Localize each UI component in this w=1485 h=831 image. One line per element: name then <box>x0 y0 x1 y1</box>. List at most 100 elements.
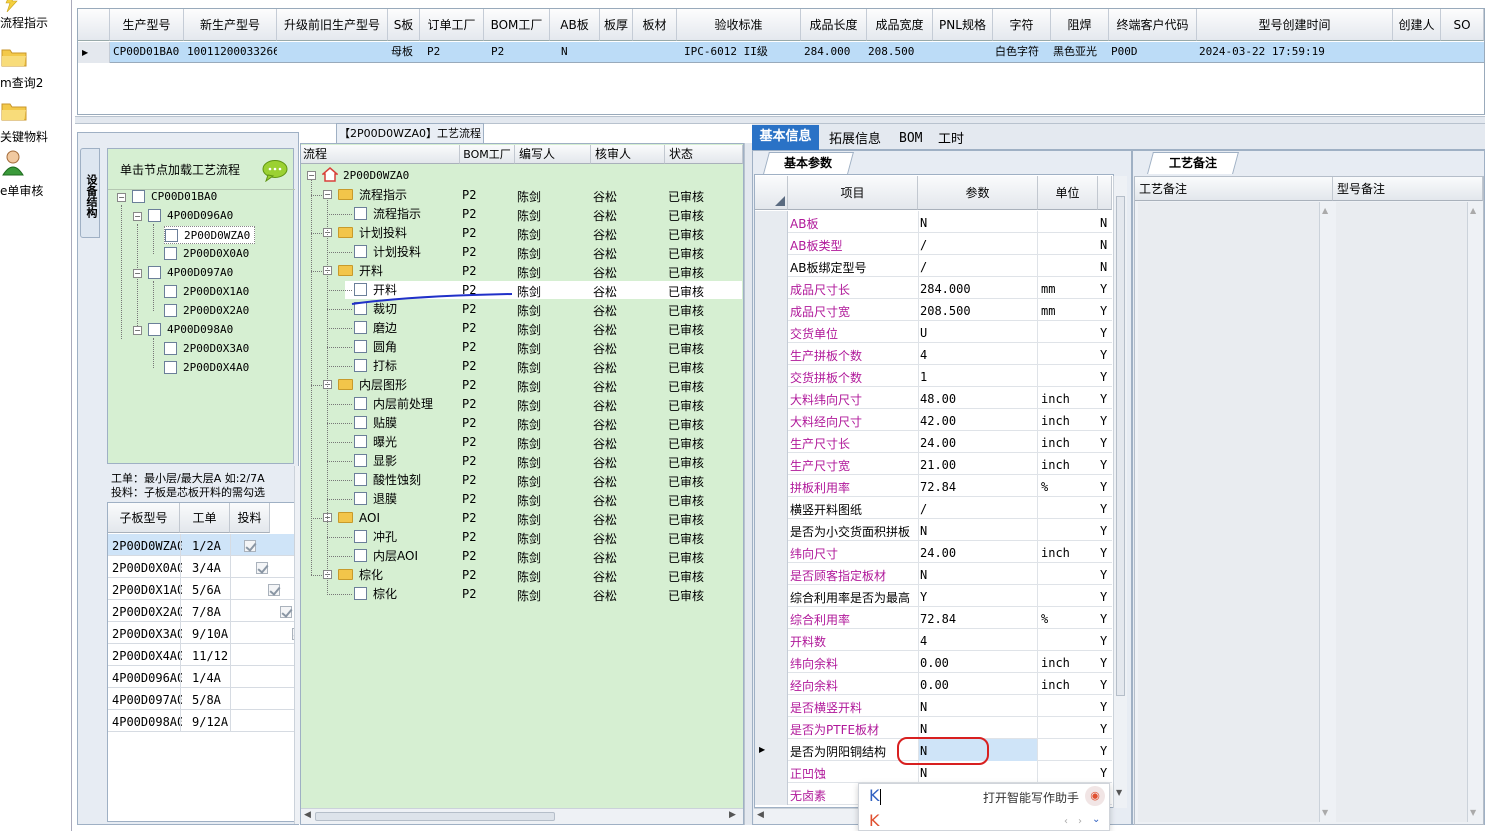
process-node[interactable]: 棕化 <box>354 585 397 603</box>
sub-model-cell[interactable]: 2P00D0WZA0 <box>112 539 182 553</box>
tab-extend-info[interactable]: 拓展信息 <box>829 128 881 147</box>
param-value[interactable]: 24.00 <box>920 436 1035 450</box>
grid-header[interactable]: 板厚 <box>600 9 633 41</box>
param-value[interactable]: 4 <box>920 348 1035 362</box>
param-value[interactable]: N <box>920 722 1035 736</box>
chevron-down-icon[interactable]: ⌄ <box>1092 814 1100 825</box>
model-notes-field[interactable] <box>1336 202 1481 822</box>
process-node[interactable]: 开料 <box>338 262 383 280</box>
sub-order-cell[interactable]: 11/12A <box>192 649 228 663</box>
col-header[interactable]: BOM工厂 <box>460 145 515 164</box>
collapse-icon[interactable]: − <box>133 326 142 335</box>
process-node[interactable]: 计划投料 <box>338 224 407 242</box>
tree-node[interactable]: 4P00D098A0 <box>148 321 233 339</box>
grid-cell[interactable]: 208.500 <box>865 42 931 62</box>
process-node[interactable]: 酸性蚀刻 <box>354 471 421 489</box>
grid-header[interactable]: 创建人 <box>1393 9 1441 41</box>
grid-header[interactable]: 板材 <box>633 9 677 41</box>
col-header[interactable]: 工艺备注 <box>1135 177 1333 201</box>
grid-header[interactable]: BOM工厂 <box>484 9 550 41</box>
arrow-left-icon[interactable]: ◀ <box>304 810 311 820</box>
process-node[interactable]: 贴膜 <box>354 414 397 432</box>
col-header[interactable]: 参数 <box>918 176 1038 210</box>
process-node[interactable]: 内层AOI <box>354 547 418 565</box>
process-node[interactable]: 曝光 <box>354 433 397 451</box>
grid-cell[interactable]: 10011200033266 <box>184 42 277 62</box>
param-value[interactable]: 0.00 <box>920 656 1035 670</box>
param-value[interactable]: N <box>920 700 1035 714</box>
tree-node[interactable]: 2P00D0X1A0 <box>164 283 249 301</box>
grid-header[interactable]: 生产型号 <box>110 9 184 41</box>
subtab-basic-params[interactable]: 基本参数 <box>763 152 854 174</box>
grid-cell[interactable]: N <box>558 42 598 62</box>
tree-node[interactable]: 4P00D097A0 <box>148 264 233 282</box>
process-node[interactable]: AOI <box>338 509 380 527</box>
tab-basic-info[interactable]: 基本信息 <box>752 125 819 150</box>
grid-cell[interactable]: P00D <box>1108 42 1188 62</box>
grid-header[interactable]: 型号创建时间 <box>1197 9 1393 41</box>
sub-model-cell[interactable]: 2P00D0X1A0 <box>112 583 182 597</box>
col-header[interactable]: 型号备注 <box>1333 177 1483 201</box>
param-value[interactable]: N <box>920 524 1035 538</box>
process-node[interactable]: 流程指示 <box>338 186 407 204</box>
param-value[interactable]: 1 <box>920 370 1035 384</box>
process-node[interactable]: 内层图形 <box>338 376 407 394</box>
process-node[interactable]: 流程指示 <box>354 205 421 223</box>
process-node[interactable]: 棕化 <box>338 566 383 584</box>
sub-order-cell[interactable]: 9/12A <box>192 715 228 729</box>
sub-model-cell[interactable]: 2P00D0X4A0 <box>112 649 182 663</box>
feed-checkbox[interactable] <box>244 539 256 552</box>
grid-header[interactable]: 字符 <box>993 9 1051 41</box>
grid-header[interactable]: 阻焊 <box>1051 9 1109 41</box>
col-header[interactable]: 状态 <box>665 145 743 164</box>
feed-checkbox[interactable] <box>256 561 268 574</box>
param-value[interactable]: 21.00 <box>920 458 1035 472</box>
param-value[interactable]: N <box>920 216 1035 230</box>
sub-order-cell[interactable]: 3/4A <box>192 561 228 575</box>
param-value[interactable]: / <box>920 238 1035 252</box>
process-node[interactable]: 磨边 <box>354 319 397 337</box>
sub-order-cell[interactable]: 5/6A <box>192 583 228 597</box>
col-header[interactable]: 流程 <box>301 145 460 164</box>
grid-cell[interactable]: IPC-6012 II级 <box>681 42 801 62</box>
ime-candidate[interactable]: K <box>869 811 880 830</box>
tree-node[interactable]: 2P00D0X2A0 <box>164 302 249 320</box>
arrow-left-icon[interactable]: ‹ <box>1064 816 1068 827</box>
grid-header[interactable]: PNL规格 <box>933 9 993 41</box>
tree-node[interactable]: 4P00D096A0 <box>148 207 233 225</box>
grid-header[interactable]: 新生产型号 <box>184 9 277 41</box>
param-value[interactable]: U <box>920 326 1035 340</box>
grid-header[interactable]: S板 <box>388 9 420 41</box>
grid-header[interactable]: 终端客户代码 <box>1109 9 1197 41</box>
grid-cell[interactable]: 母板 <box>388 42 428 62</box>
collapse-icon[interactable]: − <box>323 190 332 199</box>
grid-cell[interactable]: P2 <box>488 42 548 62</box>
collapse-icon[interactable]: − <box>307 171 316 180</box>
col-header[interactable]: 子板型号 <box>108 503 180 533</box>
param-value[interactable]: 72.84 <box>920 612 1035 626</box>
collapse-icon[interactable]: − <box>133 269 142 278</box>
process-notes-field[interactable] <box>1138 202 1333 822</box>
sub-model-cell[interactable]: 4P00D096A0 <box>112 671 182 685</box>
ime-assistant-link[interactable]: 打开智能写作助手 <box>983 789 1079 806</box>
grid-header[interactable]: SO <box>1441 9 1484 41</box>
col-header[interactable]: 工单 <box>180 503 230 533</box>
scrollbar[interactable]: ◀ ▶ <box>301 808 743 824</box>
sub-order-cell[interactable]: 9/10A <box>192 627 228 641</box>
param-value[interactable]: N <box>920 766 1035 780</box>
grid-header[interactable]: 升级前旧生产型号 <box>277 9 388 41</box>
arrow-right-icon[interactable]: ▶ <box>729 810 736 820</box>
sub-order-cell[interactable]: 7/8A <box>192 605 228 619</box>
param-value[interactable]: 24.00 <box>920 546 1035 560</box>
col-header[interactable]: 投料 <box>230 503 270 533</box>
grid-cell[interactable]: 白色字符 <box>992 42 1050 62</box>
grid-cell[interactable]: 2024-03-22 17:59:19 <box>1196 42 1392 62</box>
param-value[interactable]: 284.000 <box>920 282 1035 296</box>
arrow-right-icon[interactable]: › <box>1078 816 1082 827</box>
param-value[interactable]: 42.00 <box>920 414 1035 428</box>
feed-checkbox[interactable] <box>280 605 292 618</box>
scrollbar[interactable]: ◀ <box>754 808 859 824</box>
sub-model-cell[interactable]: 2P00D0X3A0 <box>112 627 182 641</box>
subtab-process-notes[interactable]: 工艺备注 <box>1147 152 1239 174</box>
tree-node-selected[interactable]: 2P00D0WZA0 <box>164 226 256 244</box>
